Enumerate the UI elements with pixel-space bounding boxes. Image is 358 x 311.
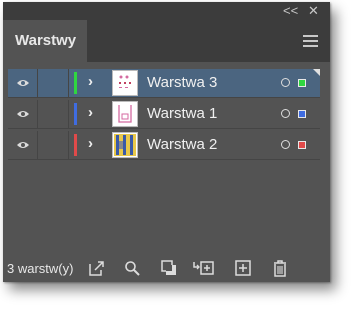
layer-name[interactable]: Warstwa 3	[147, 74, 217, 92]
layer-thumbnail	[112, 101, 138, 127]
tab-layers[interactable]: Warstwy	[3, 20, 87, 62]
visibility-toggle[interactable]	[8, 131, 38, 159]
layer-count: 3 warstw(y)	[7, 261, 74, 276]
eye-icon	[17, 142, 29, 148]
circle-target-icon[interactable]	[281, 109, 290, 118]
collapse-icon[interactable]: <<	[283, 3, 298, 19]
export-icon[interactable]	[89, 260, 105, 276]
search-icon[interactable]	[124, 260, 140, 276]
close-icon[interactable]: ✕	[308, 3, 319, 19]
layer-color-bar	[74, 103, 77, 125]
circle-target-icon[interactable]	[281, 78, 290, 87]
selection-indicator[interactable]	[298, 141, 306, 149]
eye-icon	[17, 111, 29, 117]
layer-color-bar	[74, 72, 77, 94]
lock-toggle[interactable]	[38, 69, 69, 97]
layer-row[interactable]: › Warstwa 1	[8, 100, 320, 129]
trash-icon[interactable]	[272, 260, 288, 277]
tab-row: Warstwy	[3, 20, 330, 62]
active-layer-corner-icon	[313, 69, 320, 76]
new-sublayer-icon[interactable]	[193, 260, 215, 276]
selection-indicator[interactable]	[298, 110, 306, 118]
chevron-right-icon[interactable]: ›	[88, 72, 93, 92]
layer-row[interactable]: › Warstwa 2	[8, 131, 320, 160]
layer-thumbnail	[112, 132, 138, 158]
eye-icon	[17, 80, 29, 86]
chevron-right-icon[interactable]: ›	[88, 134, 93, 154]
layer-row[interactable]: › Warstwa 3	[8, 69, 320, 98]
circle-target-icon[interactable]	[281, 140, 290, 149]
visibility-toggle[interactable]	[8, 69, 38, 97]
visibility-toggle[interactable]	[8, 100, 38, 128]
lock-toggle[interactable]	[38, 100, 69, 128]
layer-color-bar	[74, 134, 77, 156]
layer-thumbnail	[112, 70, 138, 96]
new-layer-icon[interactable]	[235, 260, 251, 276]
chevron-right-icon[interactable]: ›	[88, 103, 93, 123]
selection-indicator[interactable]	[298, 79, 306, 87]
lock-toggle[interactable]	[38, 131, 69, 159]
layer-name[interactable]: Warstwa 2	[147, 136, 217, 154]
layers-panel: << ✕ Warstwy › Warstwa 3 › Warstwa 1 › W…	[3, 2, 330, 282]
clipping-mask-icon[interactable]	[161, 260, 177, 276]
layer-name[interactable]: Warstwa 1	[147, 105, 217, 123]
hamburger-menu-icon[interactable]	[303, 35, 318, 47]
panel-footer: 3 warstw(y)	[3, 254, 330, 282]
panel-titlebar: << ✕	[3, 2, 330, 20]
